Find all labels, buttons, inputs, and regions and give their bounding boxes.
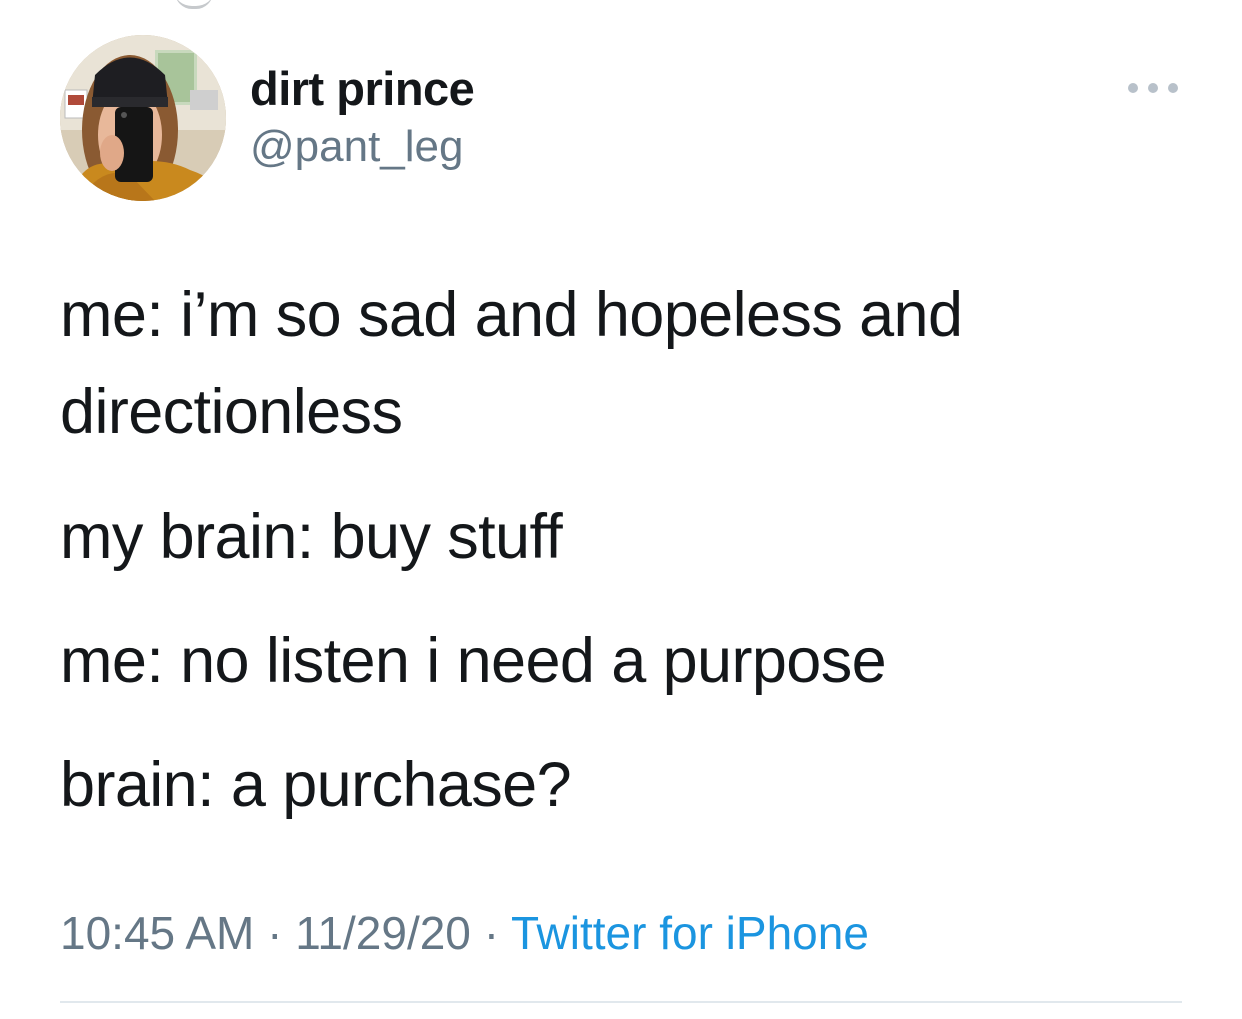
meta-separator: · bbox=[483, 907, 500, 959]
author-handle[interactable]: @pant_leg bbox=[250, 120, 464, 174]
tweet-line: me: i’m so sad and hopeless and bbox=[60, 280, 963, 350]
tweet-line: my brain: buy stuff bbox=[60, 502, 563, 572]
tweet-metadata: 10:45 AM · 11/29/20 · Twitter for iPhone bbox=[60, 903, 869, 963]
tweet-source-link[interactable]: Twitter for iPhone bbox=[511, 907, 869, 959]
user-avatar-photo-icon bbox=[60, 35, 226, 201]
divider bbox=[60, 1001, 1182, 1003]
tweet-date[interactable]: 11/29/20 bbox=[295, 907, 471, 959]
more-dot bbox=[1128, 83, 1138, 93]
tweet-line: me: no listen i need a purpose bbox=[60, 626, 887, 696]
more-dot bbox=[1148, 83, 1158, 93]
author-display-name[interactable]: dirt prince bbox=[250, 62, 475, 116]
previous-tweet-edge bbox=[175, 0, 213, 9]
tweet-line: brain: a purchase? bbox=[60, 750, 572, 820]
tweet-line: directionless bbox=[60, 377, 403, 447]
tweet-time[interactable]: 10:45 AM bbox=[60, 907, 254, 959]
more-options-icon[interactable] bbox=[1128, 74, 1178, 102]
author-avatar[interactable] bbox=[60, 35, 226, 201]
more-dot bbox=[1168, 83, 1178, 93]
meta-separator: · bbox=[267, 907, 283, 959]
